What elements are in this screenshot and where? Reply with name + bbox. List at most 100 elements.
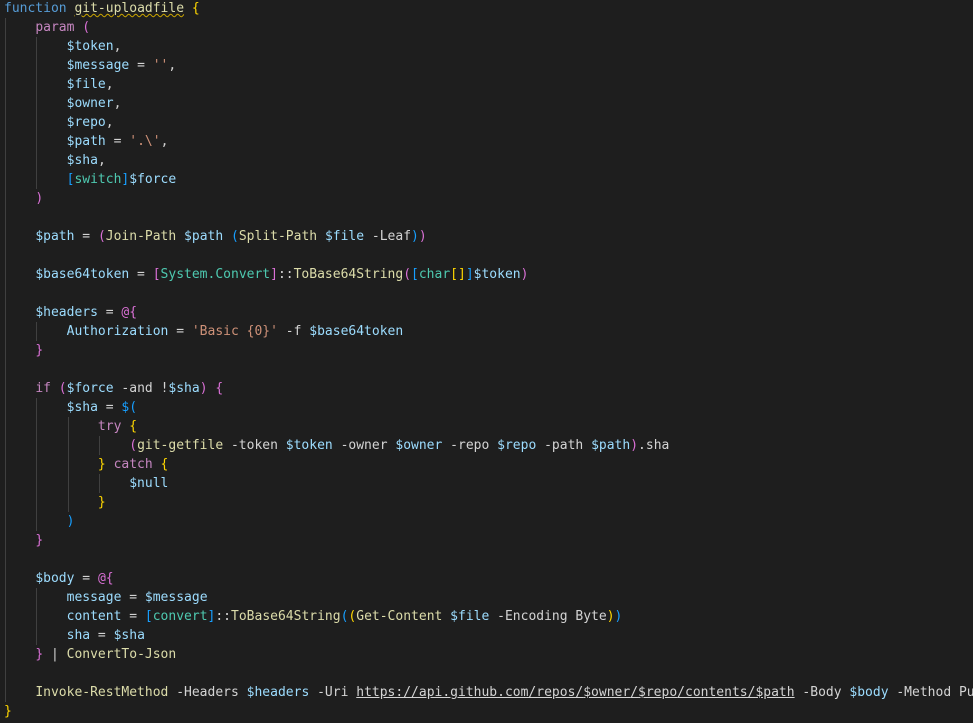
code-line[interactable]: }: [4, 493, 106, 512]
code-token: $message: [66, 58, 130, 73]
code-token: $token: [473, 267, 521, 282]
code-token: (: [97, 229, 106, 244]
code-token: $path: [184, 229, 224, 244]
code-token: =: [129, 58, 153, 73]
code-token: ): [199, 381, 208, 396]
code-editor[interactable]: function git-uploadfile { param ( $token…: [0, 0, 973, 723]
code-token: $headers: [246, 685, 310, 700]
code-token: ToBase64String: [293, 267, 404, 282]
code-token: $force: [66, 381, 114, 396]
code-token: Split-Path: [238, 229, 325, 244]
code-token: =: [74, 571, 98, 586]
code-token: =: [168, 324, 192, 339]
code-token: ,: [105, 115, 114, 130]
code-token: ,: [113, 39, 122, 54]
code-line[interactable]: $base64token = [System.Convert]::ToBase6…: [4, 265, 528, 284]
code-token: ,: [160, 134, 169, 149]
code-token: $base64token: [309, 324, 404, 339]
code-line[interactable]: $sha,: [4, 151, 106, 170]
code-line[interactable]: $null: [4, 474, 168, 493]
code-token: -Method Put: [896, 685, 973, 700]
code-token: ,: [113, 96, 122, 111]
code-token: =: [74, 229, 98, 244]
code-line[interactable]: ): [4, 512, 75, 531]
code-line[interactable]: }: [4, 341, 43, 360]
code-line[interactable]: $repo,: [4, 113, 114, 132]
code-token: =: [121, 609, 145, 624]
code-line[interactable]: $owner,: [4, 94, 122, 113]
code-line[interactable]: if ($force -and !$sha) {: [4, 379, 223, 398]
code-line[interactable]: function git-uploadfile {: [4, 0, 200, 18]
code-line[interactable]: $file,: [4, 75, 114, 94]
code-line[interactable]: content = [convert]::ToBase64String((Get…: [4, 607, 623, 626]
code-token: ,: [97, 153, 106, 168]
code-token: $path: [66, 134, 106, 149]
code-line[interactable]: [switch]$force: [4, 170, 177, 189]
code-token: $token: [285, 438, 333, 453]
code-token: ): [411, 229, 419, 244]
code-token: ): [614, 609, 623, 624]
code-token: ]: [465, 267, 474, 282]
code-line[interactable]: Invoke-RestMethod -Headers $headers -Uri…: [4, 683, 973, 702]
code-line[interactable]: $sha = $(: [4, 398, 137, 417]
code-token: $file: [66, 77, 106, 92]
code-token: []: [450, 267, 466, 282]
code-line[interactable]: $message = '',: [4, 56, 177, 75]
code-token: function: [4, 1, 75, 16]
code-token: $file: [324, 229, 365, 244]
code-line[interactable]: $body = @{: [4, 569, 113, 588]
code-token: $sha: [168, 381, 200, 396]
code-token: {: [215, 381, 224, 396]
code-line[interactable]: }: [4, 531, 43, 550]
code-token: $sha: [66, 153, 98, 168]
code-token: switch: [74, 172, 122, 187]
code-token: message: [66, 590, 122, 605]
code-token: ,: [168, 58, 177, 73]
code-line[interactable]: Authorization = 'Basic {0}' -f $base64to…: [4, 322, 404, 341]
code-token: }: [35, 343, 44, 358]
code-token: Invoke-RestMethod: [35, 685, 169, 700]
code-token: {: [191, 1, 200, 16]
code-token: -Encoding Byte: [489, 609, 607, 624]
code-line[interactable]: } catch {: [4, 455, 168, 474]
code-token: (: [403, 267, 412, 282]
code-token: $sha: [113, 628, 145, 643]
code-line[interactable]: $path = (Join-Path $path (Split-Path $fi…: [4, 227, 426, 246]
code-token: (: [58, 381, 67, 396]
code-token: =: [97, 305, 122, 320]
code-line[interactable]: (git-getfile -token $token -owner $owner…: [4, 436, 669, 455]
code-token: (: [231, 229, 239, 244]
code-line[interactable]: ): [4, 189, 43, 208]
code-token: if: [35, 381, 51, 396]
code-line[interactable]: $headers = @{: [4, 303, 137, 322]
code-token: @{: [121, 305, 138, 320]
code-token: $repo: [638, 685, 678, 700]
code-token: Authorization: [66, 324, 169, 339]
code-line[interactable]: } | ConvertTo-Json: [4, 645, 176, 664]
code-line[interactable]: param (: [4, 18, 90, 37]
code-token: $path: [35, 229, 75, 244]
code-line[interactable]: $path = '.\',: [4, 132, 169, 151]
code-line[interactable]: $token,: [4, 37, 122, 56]
code-token: }: [4, 704, 12, 719]
code-line[interactable]: message = $message: [4, 588, 208, 607]
code-token: $owner: [583, 685, 631, 700]
code-line[interactable]: sha = $sha: [4, 626, 145, 645]
code-token: catch: [113, 457, 153, 472]
code-token: $body: [35, 571, 75, 586]
code-line[interactable]: try {: [4, 417, 137, 436]
code-line[interactable]: }: [4, 702, 12, 721]
code-token: -f: [277, 324, 310, 339]
